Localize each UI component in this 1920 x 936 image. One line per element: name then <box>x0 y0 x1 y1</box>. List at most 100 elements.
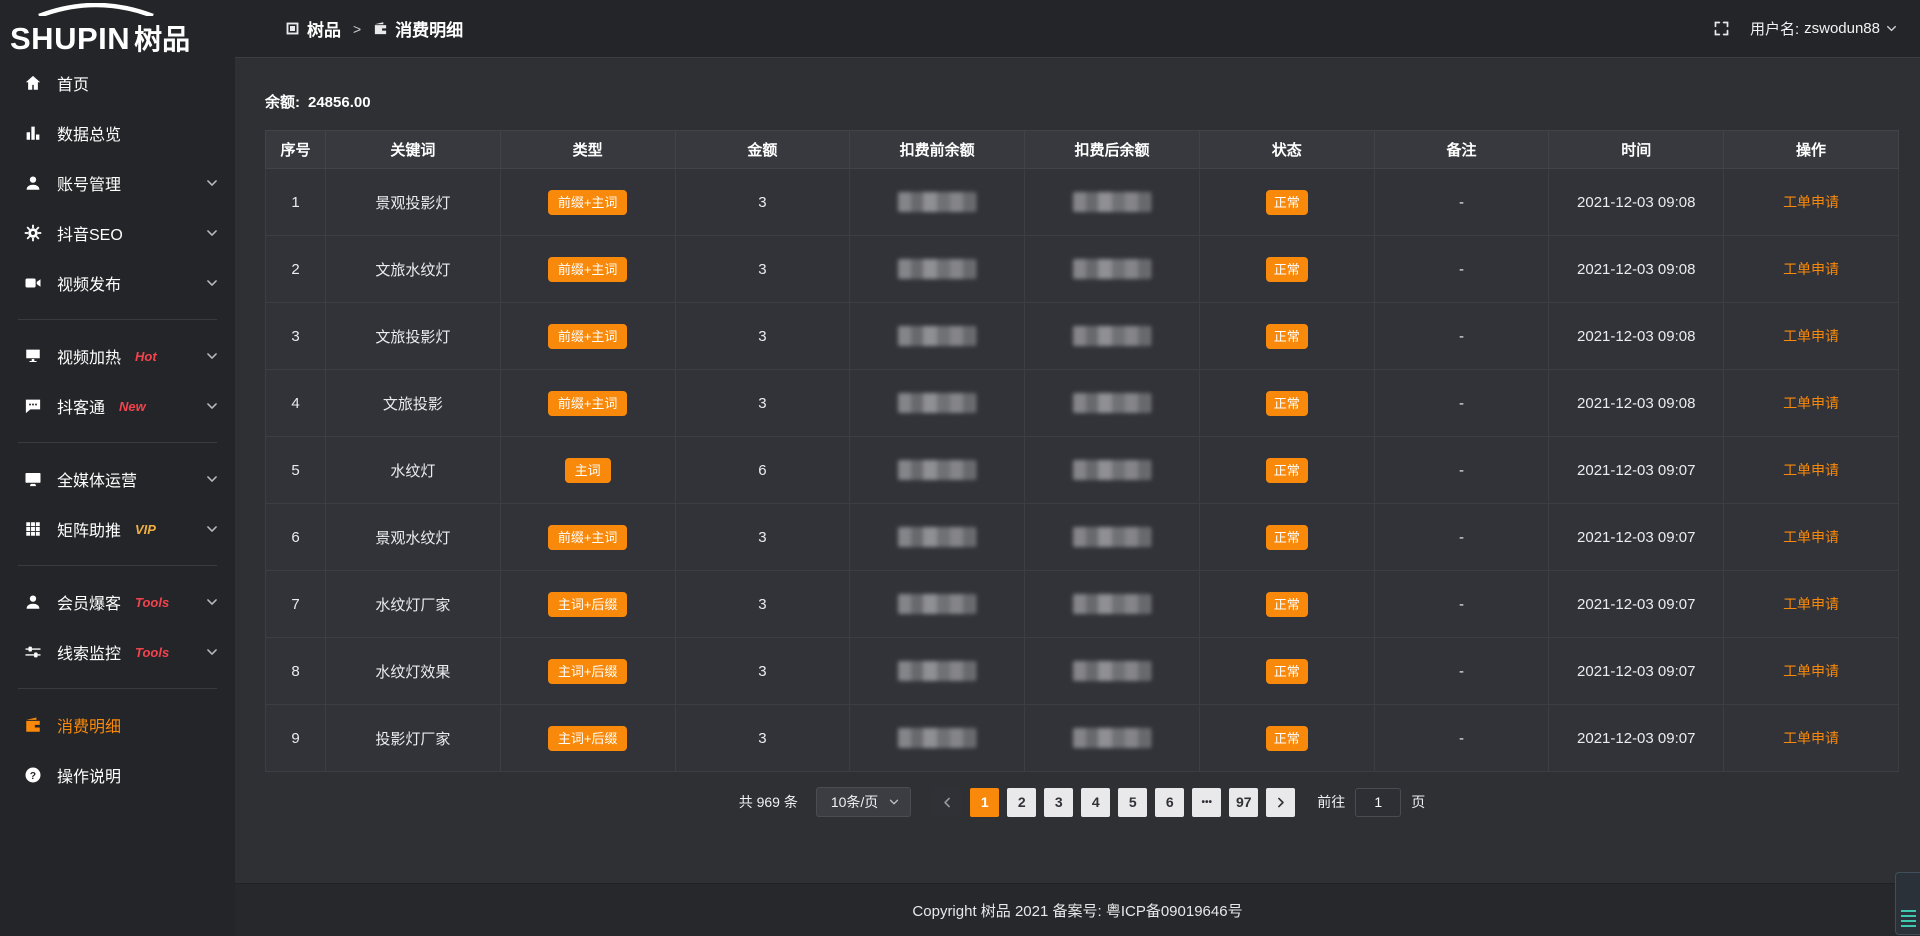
goto-suffix: 页 <box>1411 792 1425 812</box>
page-button-6[interactable]: 6 <box>1155 788 1184 817</box>
amount-cell: 3 <box>675 236 850 303</box>
remark-cell: - <box>1374 571 1549 638</box>
page-button-5[interactable]: 5 <box>1118 788 1147 817</box>
sidebar-item-video-heat[interactable]: 视频加热Hot <box>0 331 235 381</box>
sidebar-item-douyin-seo[interactable]: 抖音SEO <box>0 208 235 258</box>
goto-page-input[interactable] <box>1355 788 1401 817</box>
amount-cell: 3 <box>675 705 850 772</box>
sidebar-item-douketong[interactable]: 抖客通New <box>0 381 235 431</box>
bar-chart-icon <box>24 124 42 142</box>
sidebar-item-consume-detail[interactable]: 消费明细 <box>0 700 235 750</box>
balance-value: 24856.00 <box>308 94 371 111</box>
type-badge: 前缀+主词 <box>548 391 628 416</box>
sidebar-item-member-baoke[interactable]: 会员爆客Tools <box>0 577 235 627</box>
balance-after-masked <box>1025 705 1200 772</box>
masked-balance-value <box>1073 460 1151 480</box>
action-link: 工单申请 <box>1724 504 1899 571</box>
balance-row: 余额:24856.00 <box>265 91 1905 112</box>
sidebar-item-data-overview[interactable]: 数据总览 <box>0 108 235 158</box>
balance-after-masked <box>1025 504 1200 571</box>
sidebar-item-media-operation[interactable]: 全媒体运营 <box>0 454 235 504</box>
page-button-2[interactable]: 2 <box>1007 788 1036 817</box>
page-button-3[interactable]: 3 <box>1044 788 1073 817</box>
page-size-select[interactable]: 10条/页 <box>816 787 911 817</box>
balance-before-masked <box>850 504 1025 571</box>
page-ellipsis-button[interactable]: ••• <box>1192 788 1221 817</box>
type-badge: 主词+后缀 <box>500 571 675 638</box>
ticket-apply-link[interactable]: 工单申请 <box>1783 395 1839 411</box>
status-badge: 正常 <box>1199 303 1374 370</box>
page-button-97[interactable]: 97 <box>1229 788 1258 817</box>
sidebar-item-account-manage[interactable]: 账号管理 <box>0 158 235 208</box>
remark-cell: - <box>1374 638 1549 705</box>
sidebar-divider <box>18 319 217 320</box>
action-link: 工单申请 <box>1724 303 1899 370</box>
widget-stripe <box>1901 915 1916 917</box>
floating-side-widget[interactable] <box>1895 872 1920 935</box>
action-link: 工单申请 <box>1724 437 1899 504</box>
remark-cell: - <box>1374 236 1549 303</box>
sidebar-item-label: 抖客通 <box>57 394 105 418</box>
keyword-cell: 景观水纹灯 <box>326 504 501 571</box>
sidebar-item-help[interactable]: ?操作说明 <box>0 750 235 800</box>
column-header: 操作 <box>1724 131 1899 169</box>
chevron-down-icon <box>205 645 219 659</box>
fullscreen-icon[interactable] <box>1713 20 1730 37</box>
page-button-1[interactable]: 1 <box>970 788 999 817</box>
topbar-right: 用户名: zswodun88 <box>1713 18 1898 39</box>
sidebar-item-video-publish[interactable]: 视频发布 <box>0 258 235 308</box>
type-badge: 前缀+主词 <box>500 236 675 303</box>
keyword-cell: 投影灯厂家 <box>326 705 501 772</box>
status-badge: 正常 <box>1266 190 1308 215</box>
ticket-apply-link[interactable]: 工单申请 <box>1783 328 1839 344</box>
time-cell: 2021-12-03 09:07 <box>1549 638 1724 705</box>
prev-page-button[interactable] <box>933 788 962 817</box>
page-button-4[interactable]: 4 <box>1081 788 1110 817</box>
ticket-apply-link[interactable]: 工单申请 <box>1783 261 1839 277</box>
user-icon <box>24 174 42 192</box>
breadcrumb-label: 树品 <box>307 16 341 41</box>
table-row: 1景观投影灯前缀+主词3正常-2021-12-03 09:08工单申请 <box>266 169 1899 236</box>
column-header: 时间 <box>1549 131 1724 169</box>
app-logo[interactable]: SHUPIN 树品 <box>0 0 235 58</box>
column-header: 扣费前余额 <box>850 131 1025 169</box>
type-badge: 前缀+主词 <box>548 525 628 550</box>
column-header: 金额 <box>675 131 850 169</box>
amount-cell: 6 <box>675 437 850 504</box>
breadcrumb-item-consume[interactable]: 消费明细 <box>373 16 463 41</box>
next-page-button[interactable] <box>1266 788 1295 817</box>
masked-balance-value <box>1073 192 1151 212</box>
breadcrumb-item-app[interactable]: 树品 <box>285 16 341 41</box>
app-grid-icon <box>285 21 300 36</box>
masked-balance-value <box>1073 661 1151 681</box>
sidebar-item-home[interactable]: 首页 <box>0 58 235 108</box>
masked-balance-value <box>898 326 976 346</box>
user-menu[interactable]: 用户名: zswodun88 <box>1750 18 1898 39</box>
action-link: 工单申请 <box>1724 370 1899 437</box>
action-link: 工单申请 <box>1724 705 1899 772</box>
ticket-apply-link[interactable]: 工单申请 <box>1783 730 1839 746</box>
masked-balance-value <box>1073 728 1151 748</box>
ticket-apply-link[interactable]: 工单申请 <box>1783 596 1839 612</box>
breadcrumb-separator: > <box>353 21 361 37</box>
action-link: 工单申请 <box>1724 236 1899 303</box>
sidebar-item-clue-monitor[interactable]: 线索监控Tools <box>0 627 235 677</box>
sidebar-item-matrix-boost[interactable]: 矩阵助推VIP <box>0 504 235 554</box>
balance-before-masked <box>850 638 1025 705</box>
ticket-apply-link[interactable]: 工单申请 <box>1783 462 1839 478</box>
type-badge: 主词 <box>565 458 611 483</box>
ticket-apply-link[interactable]: 工单申请 <box>1783 663 1839 679</box>
ticket-apply-link[interactable]: 工单申请 <box>1783 529 1839 545</box>
type-badge: 主词+后缀 <box>548 726 628 751</box>
ticket-apply-link[interactable]: 工单申请 <box>1783 194 1839 210</box>
status-badge: 正常 <box>1266 324 1308 349</box>
status-badge: 正常 <box>1266 257 1308 282</box>
row-index: 5 <box>266 437 326 504</box>
gear-icon <box>24 224 42 242</box>
wallet-icon <box>373 21 388 36</box>
type-badge: 前缀+主词 <box>500 370 675 437</box>
monitor-icon <box>24 470 42 488</box>
balance-after-masked <box>1025 370 1200 437</box>
user-icon <box>24 593 42 611</box>
masked-balance-value <box>898 393 976 413</box>
